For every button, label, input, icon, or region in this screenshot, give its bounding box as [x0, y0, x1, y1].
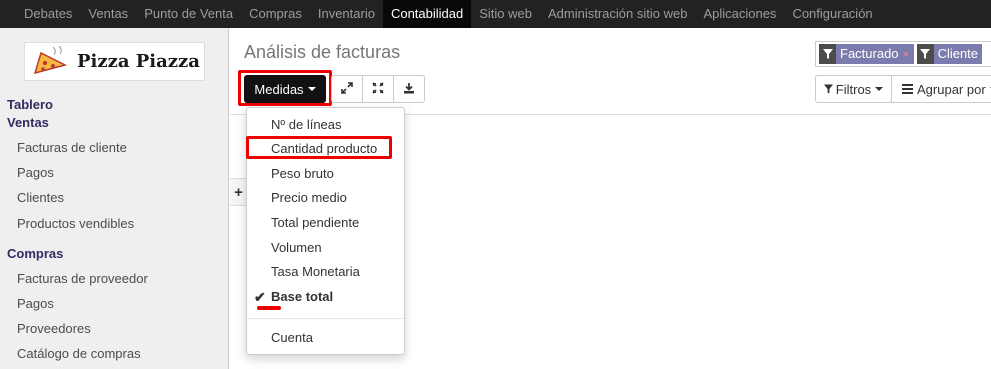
- sidebar-item-clientes[interactable]: Clientes: [17, 190, 64, 205]
- filters-button-label: Filtros: [835, 81, 872, 97]
- measure-item-peso-bruto[interactable]: Peso bruto: [247, 163, 404, 185]
- pivot-action-buttons: [331, 75, 425, 103]
- expand-all-button[interactable]: [331, 75, 363, 103]
- annotation-underline-base-total: [257, 306, 281, 310]
- sidebar-item-catalogo-de-compras[interactable]: Catálogo de compras: [17, 346, 141, 361]
- caret-down-icon: [875, 87, 884, 91]
- download-icon: [403, 82, 415, 97]
- measure-item-base-total[interactable]: ✔ Base total: [247, 286, 404, 308]
- measure-label: Nº de líneas: [271, 117, 342, 132]
- page-title: Análisis de facturas: [244, 42, 401, 62]
- measure-label: Precio medio: [271, 190, 347, 205]
- menu-punto-de-venta[interactable]: Punto de Venta: [136, 0, 241, 28]
- groupby-button-label: Agrupar por: [917, 81, 986, 97]
- measure-label: Base total: [271, 289, 334, 304]
- measure-label: Cuenta: [271, 330, 313, 345]
- menu-debates[interactable]: Debates: [16, 0, 80, 28]
- filters-button[interactable]: Filtros: [815, 75, 892, 103]
- list-icon: [902, 84, 913, 94]
- facet-remove-icon[interactable]: ×: [903, 44, 914, 64]
- facet-label: Cliente: [937, 46, 979, 61]
- search-bar[interactable]: Facturado × Cliente: [815, 41, 991, 67]
- measure-label: Peso bruto: [271, 166, 334, 181]
- measure-label: Volumen: [271, 240, 322, 255]
- expand-icon: [341, 81, 353, 97]
- measure-label: Tasa Monetaria: [271, 264, 360, 279]
- flip-axis-icon: [372, 81, 384, 97]
- menu-administracion-sitio-web[interactable]: Administración sitio web: [540, 0, 695, 28]
- facet-facturado[interactable]: Facturado ×: [819, 44, 914, 64]
- filter-icon: [823, 84, 833, 94]
- flip-axis-button[interactable]: [362, 75, 394, 103]
- sidebar-section-tablero[interactable]: Tablero: [7, 97, 53, 112]
- check-icon: ✔: [254, 289, 266, 305]
- measure-item-cuenta[interactable]: Cuenta: [247, 327, 404, 349]
- sidebar-item-proveedores[interactable]: Proveedores: [17, 321, 91, 336]
- top-navbar: Debates Ventas Punto de Venta Compras In…: [0, 0, 991, 28]
- download-button[interactable]: [393, 75, 425, 103]
- sidebar: Pizza Piazza Tablero Ventas Facturas de …: [0, 28, 229, 369]
- measure-item-tasa-monetaria[interactable]: Tasa Monetaria: [247, 261, 404, 283]
- menu-sitio-web[interactable]: Sitio web: [471, 0, 540, 28]
- menu-configuracion[interactable]: Configuración: [784, 0, 880, 28]
- sidebar-section-compras: Compras: [7, 246, 64, 261]
- sidebar-item-productos-vendibles[interactable]: Productos vendibles: [17, 216, 134, 231]
- annotation-highlight-cantidad-producto: [246, 136, 392, 159]
- filter-icon: [819, 44, 836, 64]
- dropdown-divider: [248, 318, 403, 319]
- sidebar-item-facturas-de-cliente[interactable]: Facturas de cliente: [17, 140, 127, 155]
- measure-item-volumen[interactable]: Volumen: [247, 237, 404, 259]
- menu-compras[interactable]: Compras: [241, 0, 310, 28]
- company-logo[interactable]: Pizza Piazza: [24, 42, 205, 81]
- annotation-highlight-measures: [238, 70, 332, 106]
- menu-inventario[interactable]: Inventario: [310, 0, 383, 28]
- sidebar-section-ventas: Ventas: [7, 115, 49, 130]
- menu-ventas[interactable]: Ventas: [80, 0, 136, 28]
- measure-item-precio-medio[interactable]: Precio medio: [247, 187, 404, 209]
- measure-item-total-pendiente[interactable]: Total pendiente: [247, 212, 404, 234]
- measure-label: Total pendiente: [271, 215, 360, 230]
- facet-cliente[interactable]: Cliente: [916, 44, 983, 64]
- sidebar-item-facturas-de-proveedor[interactable]: Facturas de proveedor: [17, 271, 148, 286]
- menu-aplicaciones[interactable]: Aplicaciones: [695, 0, 784, 28]
- filter-icon: [916, 44, 934, 64]
- sidebar-item-pagos-ventas[interactable]: Pagos: [17, 165, 54, 180]
- logo-text: Pizza Piazza: [77, 51, 200, 72]
- sidebar-item-pagos-compras[interactable]: Pagos: [17, 296, 54, 311]
- facet-label: Facturado: [840, 46, 899, 61]
- pizza-slice-icon: [25, 43, 75, 80]
- menu-contabilidad[interactable]: Contabilidad: [382, 0, 472, 28]
- groupby-button[interactable]: Agrupar por: [891, 75, 991, 103]
- measure-item-n-lineas[interactable]: Nº de líneas: [247, 114, 404, 136]
